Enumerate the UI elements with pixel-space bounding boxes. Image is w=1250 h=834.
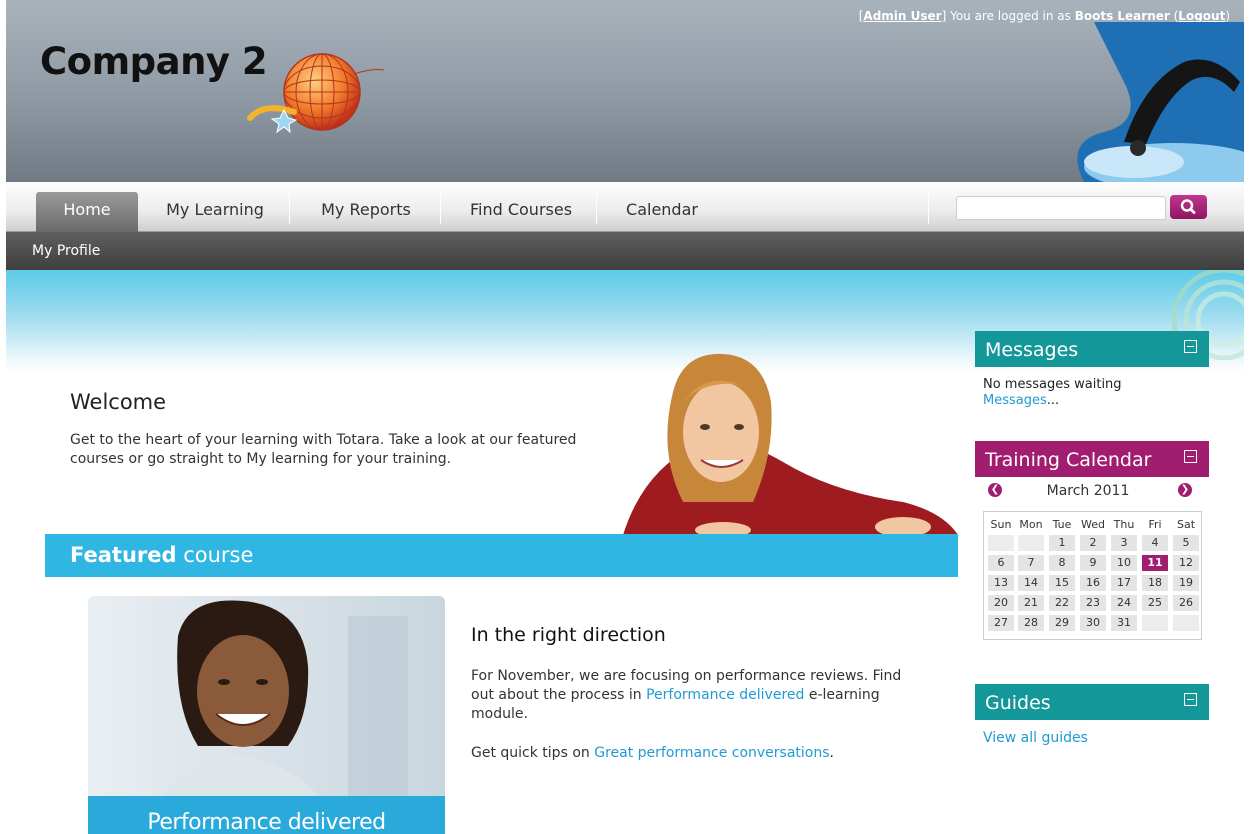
course-title: In the right direction — [471, 624, 666, 646]
calendar-day-cell[interactable]: 3 — [1111, 535, 1137, 551]
featured-course-heading: Featured course — [70, 543, 253, 567]
featured-course-bar: Featured course — [45, 534, 958, 577]
tab-my-learning[interactable]: My Learning — [146, 192, 284, 232]
calendar-day-cell[interactable]: 28 — [1018, 615, 1044, 631]
username: Boots Learner — [1074, 9, 1170, 23]
training-calendar-title: Training Calendar — [985, 449, 1152, 471]
calendar-empty-cell — [1018, 535, 1044, 551]
calendar-day-cell[interactable]: 5 — [1173, 535, 1199, 551]
logged-in-text: You are logged in as — [946, 9, 1075, 23]
course-image-caption: Performance delivered — [88, 796, 445, 834]
messages-link-suffix: ... — [1046, 393, 1060, 408]
welcome-title: Welcome — [70, 390, 167, 414]
welcome-text: Get to the heart of your learning with T… — [70, 432, 577, 467]
calendar-day-cell[interactable]: 12 — [1173, 555, 1199, 571]
main-navigation: Home My Learning My Reports Find Courses… — [6, 182, 1244, 232]
calendar-day-cell[interactable]: 29 — [1049, 615, 1075, 631]
globe-logo-icon — [247, 53, 384, 134]
calendar-day-name: Tue — [1052, 518, 1072, 531]
performance-conversations-link[interactable]: Great performance conversations — [594, 745, 829, 761]
calendar-day-cell[interactable]: 30 — [1080, 615, 1106, 631]
messages-status: No messages waiting — [983, 377, 1122, 392]
collapse-icon[interactable] — [1184, 693, 1197, 706]
calendar-day-cell[interactable]: 1 — [1049, 535, 1075, 551]
calendar-day-cell[interactable]: 21 — [1018, 595, 1044, 611]
site-header: [Admin User] You are logged in as Boots … — [6, 0, 1244, 182]
subnav-item-my-profile[interactable]: My Profile — [32, 243, 100, 259]
calendar-day-cell[interactable]: 2 — [1080, 535, 1106, 551]
calendar-grid: Sun Mon Tue Wed Thu Fri Sat 1 2 3 4 5 6 7 8 9 10 11 12 13 1… — [983, 511, 1202, 640]
calendar-day-name: Mon — [1019, 518, 1043, 531]
calendar-day-cell[interactable]: 10 — [1111, 555, 1137, 571]
messages-link[interactable]: Messages — [983, 393, 1047, 408]
calendar-day-cell[interactable]: 24 — [1111, 595, 1137, 611]
guides-block-title: Guides — [985, 692, 1051, 714]
welcome-photo-image — [623, 353, 958, 535]
course-image[interactable]: Performance delivered — [88, 596, 445, 834]
calendar-day-cell[interactable]: 26 — [1173, 595, 1199, 611]
logout-link[interactable]: Logout — [1178, 9, 1225, 23]
calendar-day-cell[interactable]: 18 — [1142, 575, 1168, 591]
calendar-day-cell[interactable]: 15 — [1049, 575, 1075, 591]
training-calendar-block-header: Training Calendar — [975, 441, 1209, 477]
calendar-day-cell[interactable]: 14 — [1018, 575, 1044, 591]
calendar-day-name: Sun — [990, 518, 1012, 531]
tab-home[interactable]: Home — [36, 192, 138, 232]
calendar-day-cell[interactable]: 11 — [1142, 555, 1168, 571]
course-tips-suffix: . — [829, 745, 834, 761]
search-input[interactable] — [956, 196, 1166, 220]
calendar-day-cell[interactable]: 23 — [1080, 595, 1106, 611]
next-month-icon[interactable]: ❯ — [1178, 483, 1192, 497]
calendar-day-cell[interactable]: 20 — [988, 595, 1014, 611]
calendar-day-cell[interactable]: 7 — [1018, 555, 1044, 571]
calendar-month-label: March 2011 — [1046, 483, 1130, 499]
calendar-day-cell[interactable]: 31 — [1111, 615, 1137, 631]
calendar-day-cell[interactable]: 13 — [988, 575, 1014, 591]
login-info: [Admin User] You are logged in as Boots … — [858, 9, 1230, 23]
view-all-guides-link[interactable]: View all guides — [983, 730, 1088, 746]
calendar-empty-cell — [1142, 615, 1168, 631]
course-tips: Get quick tips on Great performance conv… — [471, 744, 951, 763]
calendar-day-cell[interactable]: 9 — [1080, 555, 1106, 571]
calendar-day-cell[interactable]: 8 — [1049, 555, 1075, 571]
course-description: For November, we are focusing on perform… — [471, 667, 911, 724]
calendar-day-name: Wed — [1081, 518, 1105, 531]
calendar-day-cell[interactable]: 22 — [1049, 595, 1075, 611]
calendar-day-cell[interactable]: 17 — [1111, 575, 1137, 591]
calendar-day-cell[interactable]: 4 — [1142, 535, 1168, 551]
calendar-day-cell[interactable]: 19 — [1173, 575, 1199, 591]
collapse-icon[interactable] — [1184, 450, 1197, 463]
admin-user-link[interactable]: Admin User — [863, 9, 941, 23]
messages-block-header: Messages — [975, 331, 1209, 367]
messages-block-title: Messages — [985, 339, 1079, 361]
performance-delivered-link[interactable]: Performance delivered — [646, 687, 804, 703]
nav-divider — [596, 190, 597, 224]
featured-rest-label: course — [176, 543, 254, 567]
nav-divider — [928, 190, 929, 224]
guides-block-header: Guides — [975, 684, 1209, 720]
nav-divider — [440, 190, 441, 224]
calendar-day-cell[interactable]: 25 — [1142, 595, 1168, 611]
company-logo[interactable]: Company 2 — [40, 40, 268, 83]
tab-calendar[interactable]: Calendar — [602, 192, 722, 232]
nav-divider — [289, 190, 290, 224]
calendar-day-cell[interactable]: 6 — [988, 555, 1014, 571]
calendar-empty-cell — [988, 535, 1014, 551]
calendar-empty-cell — [1173, 615, 1199, 631]
header-figure-image — [1077, 22, 1244, 182]
search-button[interactable] — [1170, 195, 1207, 219]
calendar-day-name: Sat — [1176, 518, 1196, 531]
tab-my-reports[interactable]: My Reports — [296, 192, 436, 232]
calendar-day-name: Thu — [1113, 518, 1135, 531]
course-tips-text: Get quick tips on — [471, 745, 595, 761]
calendar-day-cell[interactable]: 16 — [1080, 575, 1106, 591]
search-icon — [1180, 199, 1196, 214]
calendar-day-cell[interactable]: 27 — [988, 615, 1014, 631]
sub-navigation: My Profile — [6, 232, 1244, 270]
featured-bold-label: Featured — [70, 543, 177, 567]
messages-block-content: No messages waiting Messages... — [983, 377, 1122, 409]
calendar-day-name: Fri — [1148, 518, 1162, 531]
collapse-icon[interactable] — [1184, 340, 1197, 353]
tab-find-courses[interactable]: Find Courses — [446, 192, 596, 232]
